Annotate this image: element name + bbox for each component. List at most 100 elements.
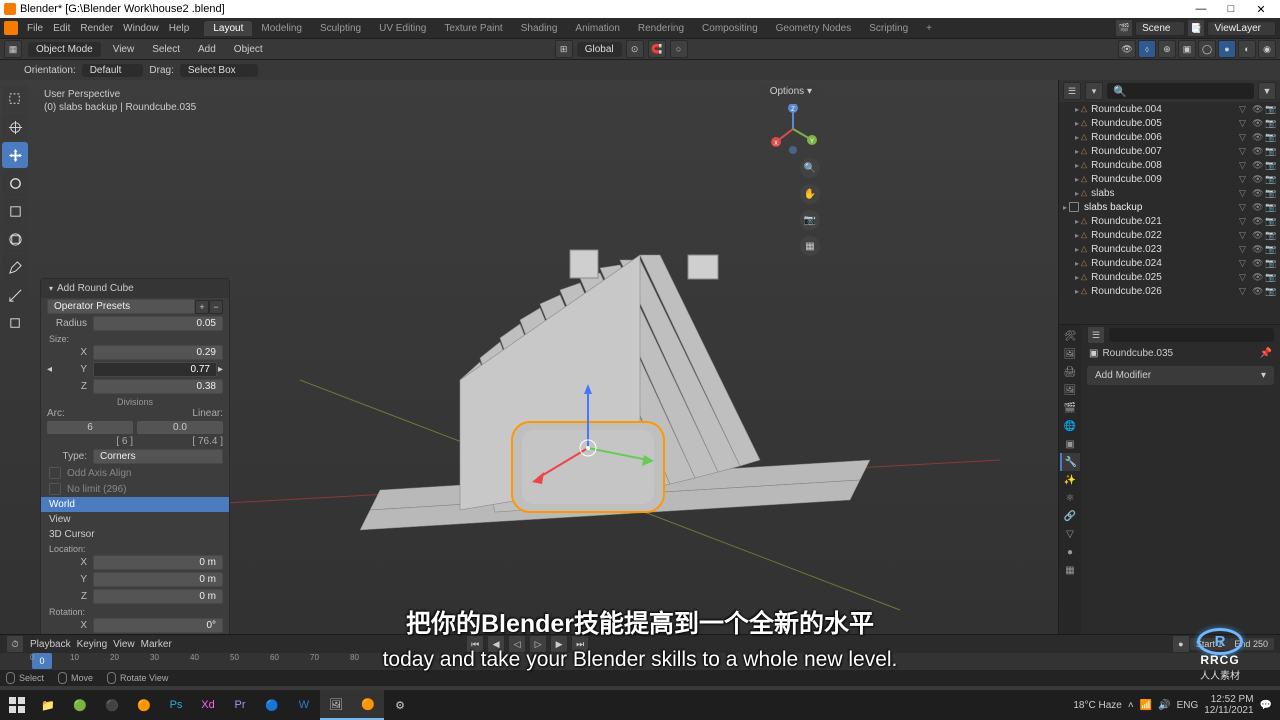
outliner-item[interactable]: ▸▽Roundcube.023▽👁📷 [1059,242,1280,256]
outliner-item[interactable]: ▸▽Roundcube.004▽👁📷 [1059,102,1280,116]
menu-render[interactable]: Render [75,21,118,36]
tl-menu-keying[interactable]: Keying [77,639,108,650]
type-select[interactable]: Corners [93,449,223,464]
operator-panel[interactable]: Add Round Cube Operator Presets+− Radius… [40,278,230,634]
tray-language-icon[interactable]: ENG [1177,700,1199,711]
timeline-ruler[interactable]: 0 01020304050607080 [0,653,1280,670]
play-prev-key-icon[interactable]: ◀ [487,635,505,653]
prop-tab-render-icon[interactable]: 🖼 [1060,345,1080,363]
tool-measure[interactable] [2,282,28,308]
workspace-shading[interactable]: Shading [512,21,567,36]
prop-tab-constraints-icon[interactable]: 🔗 [1060,507,1080,525]
eye-icon[interactable]: 👁 [1252,230,1263,241]
taskbar-word-icon[interactable]: W [288,690,320,720]
xray-toggle-icon[interactable]: ▣ [1178,40,1196,58]
prop-tab-texture-icon[interactable]: ▦ [1060,561,1080,579]
tool-select-box[interactable] [2,86,28,112]
prop-tab-viewlayer-icon[interactable]: 🖼 [1060,381,1080,399]
orientation-icon[interactable]: ⊞ [555,40,573,58]
prop-tab-scene-icon[interactable]: 🎬 [1060,399,1080,417]
align-3d-cursor[interactable]: 3D Cursor [41,527,229,542]
tray-weather[interactable]: 18°C Haze [1073,700,1121,711]
view-object-types-icon[interactable]: 👁 [1118,40,1136,58]
eye-icon[interactable]: 👁 [1252,132,1263,143]
tl-menu-marker[interactable]: Marker [141,639,172,650]
taskbar-explorer-icon[interactable]: 📁 [32,690,64,720]
camera-restrict-icon[interactable]: 📷 [1265,272,1276,283]
tool-cursor[interactable] [2,114,28,140]
shading-wireframe-icon[interactable]: ◯ [1198,40,1216,58]
prop-tab-world-icon[interactable]: 🌐 [1060,417,1080,435]
header-menu-view[interactable]: View [107,42,141,57]
eye-icon[interactable]: 👁 [1252,272,1263,283]
eye-icon[interactable]: 👁 [1252,174,1263,185]
operator-panel-header[interactable]: Add Round Cube [41,279,229,298]
camera-restrict-icon[interactable]: 📷 [1265,230,1276,241]
outliner-item[interactable]: ▸slabs backup▽👁📷 [1059,200,1280,214]
options-dropdown[interactable]: Options ▾ [760,84,822,99]
workspace-uv[interactable]: UV Editing [370,21,435,36]
shading-solid-icon[interactable]: ● [1218,40,1236,58]
workspace-add[interactable]: + [917,21,941,36]
eye-icon[interactable]: 👁 [1252,160,1263,171]
size-y-field[interactable]: 0.77 [93,362,217,377]
play-icon[interactable]: ▷ [529,635,547,653]
props-search[interactable] [1109,328,1274,342]
window-maximize-button[interactable]: □ [1216,3,1246,16]
scene-name-field[interactable]: Scene [1135,21,1185,36]
eye-icon[interactable]: 👁 [1252,258,1263,269]
preset-remove-icon[interactable]: − [209,300,223,314]
workspace-scripting[interactable]: Scripting [860,21,917,36]
workspace-modeling[interactable]: Modeling [252,21,311,36]
eye-icon[interactable]: 👁 [1252,104,1263,115]
align-world[interactable]: World [41,497,229,512]
menu-window[interactable]: Window [118,21,164,36]
size-z-field[interactable]: 0.38 [93,379,223,394]
timeline-cursor[interactable]: 0 [32,653,52,669]
radius-field[interactable]: 0.05 [93,316,223,331]
workspace-texture-paint[interactable]: Texture Paint [435,21,511,36]
nav-zoom-icon[interactable]: 🔍 [800,158,820,178]
tool-rotate[interactable] [2,170,28,196]
mode-select[interactable]: Object Mode [28,42,101,57]
taskbar-xd-icon[interactable]: Xd [192,690,224,720]
prop-tab-particles-icon[interactable]: ✨ [1060,471,1080,489]
header-menu-object[interactable]: Object [228,42,269,57]
eye-icon[interactable]: 👁 [1252,216,1263,227]
rot-x-field[interactable]: 0° [93,618,223,633]
eye-icon[interactable]: 👁 [1252,188,1263,199]
tool-scale[interactable] [2,198,28,224]
prop-tab-modifier-icon[interactable]: 🔧 [1060,453,1080,471]
align-view[interactable]: View [41,512,229,527]
tray-network-icon[interactable]: 📶 [1140,700,1152,711]
eye-icon[interactable]: 👁 [1252,118,1263,129]
workspace-compositing[interactable]: Compositing [693,21,767,36]
workspace-animation[interactable]: Animation [566,21,628,36]
camera-restrict-icon[interactable]: 📷 [1265,160,1276,171]
nav-perspective-icon[interactable]: ▦ [800,236,820,256]
eye-icon[interactable]: 👁 [1252,244,1263,255]
autokey-icon[interactable]: ● [1172,635,1190,653]
editor-type-icon[interactable]: ▦ [4,40,22,58]
workspace-layout[interactable]: Layout [204,21,252,36]
tray-chevron-icon[interactable]: ˄ [1128,700,1134,711]
taskbar-app-active-icon[interactable]: 🖼 [320,690,352,720]
shading-rendered-icon[interactable]: ◉ [1258,40,1276,58]
loc-y-field[interactable]: 0 m [93,572,223,587]
no-limit-check[interactable]: No limit (296) [41,481,229,497]
outliner-item[interactable]: ▸▽Roundcube.021▽👁📷 [1059,214,1280,228]
prop-tab-material-icon[interactable]: ● [1060,543,1080,561]
outliner-item[interactable]: ▸▽Roundcube.008▽👁📷 [1059,158,1280,172]
shading-material-icon[interactable]: ◐ [1238,40,1256,58]
window-minimize-button[interactable]: — [1186,3,1216,16]
pivot-icon[interactable]: ⊙ [626,40,644,58]
overlay-toggle-icon[interactable]: ⊕ [1158,40,1176,58]
outliner-item[interactable]: ▸▽Roundcube.022▽👁📷 [1059,228,1280,242]
transform-orientation[interactable]: Global [577,42,622,57]
odd-axis-check[interactable]: Odd Axis Align [41,465,229,481]
nav-camera-icon[interactable]: 📷 [800,210,820,230]
camera-restrict-icon[interactable]: 📷 [1265,216,1276,227]
camera-restrict-icon[interactable]: 📷 [1265,146,1276,157]
taskbar-premiere-icon[interactable]: Pr [224,690,256,720]
tray-notifications-icon[interactable]: 💬 [1260,700,1272,711]
